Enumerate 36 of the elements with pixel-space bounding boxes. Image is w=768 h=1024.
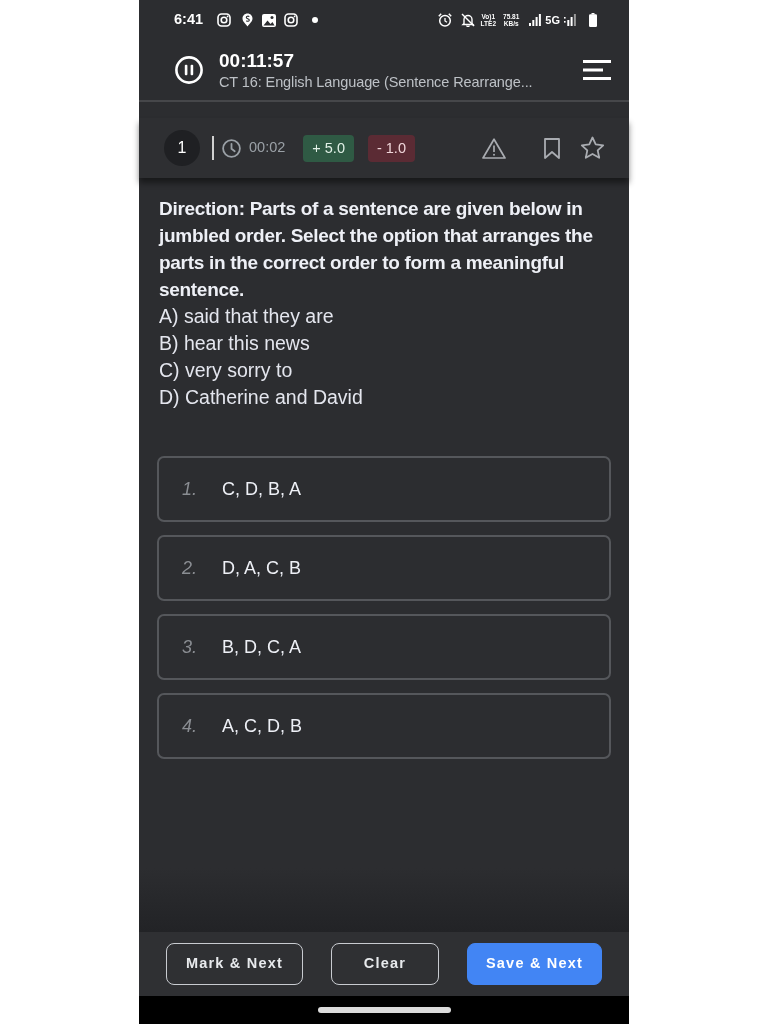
dot-icon xyxy=(312,17,319,23)
camera-icon xyxy=(284,13,299,27)
image-icon xyxy=(262,13,277,27)
sentence-part: A) said that they are xyxy=(158,304,335,329)
question-direction: Direction: Parts of a sentence are given below in jumbled order. Select the option that arranges the parts in the correct order to form a meaningful sentence. xyxy=(157,197,594,302)
bookmark-icon[interactable] xyxy=(544,137,560,159)
answer-option[interactable]: 2. D, A, C, B xyxy=(157,535,611,601)
status-time: 6:41 xyxy=(174,10,204,30)
test-title: CT 16: English Language (Sentence Rearrange... xyxy=(219,72,534,92)
question-number: 1 xyxy=(164,130,200,166)
camera-icon xyxy=(217,13,232,27)
pin-icon xyxy=(242,13,254,27)
signal-icon xyxy=(529,14,542,26)
pause-icon[interactable] xyxy=(175,56,203,84)
answer-option[interactable]: 1. C, D, B, A xyxy=(157,456,611,522)
clock-icon xyxy=(222,138,241,158)
positive-marks: + 5.0 xyxy=(303,134,354,162)
bell-off-icon xyxy=(460,13,475,27)
battery-icon xyxy=(589,13,597,27)
action-button[interactable]: Save & Next xyxy=(467,943,602,985)
answer-option[interactable]: 3. B, D, C, A xyxy=(157,614,611,680)
sentence-part: B) hear this news xyxy=(158,331,311,356)
signal-icon xyxy=(564,14,576,26)
sentence-part: C) very sorry to xyxy=(158,358,294,383)
exam-timer: 00:11:57 xyxy=(219,48,295,72)
star-icon[interactable] xyxy=(580,136,605,160)
answer-option[interactable]: 4. A, C, D, B xyxy=(157,693,611,759)
negative-marks: - 1.0 xyxy=(367,134,415,162)
action-button[interactable]: Mark & Next xyxy=(166,943,303,985)
warning-icon[interactable] xyxy=(482,137,506,159)
alarm-clock-icon xyxy=(437,13,452,27)
network-type: 5G xyxy=(545,12,560,28)
action-button[interactable]: Clear xyxy=(331,943,439,985)
time-spent: 00:02 xyxy=(249,138,286,158)
sentence-part: D) Catherine and David xyxy=(158,385,364,410)
menu-icon[interactable] xyxy=(583,60,611,80)
